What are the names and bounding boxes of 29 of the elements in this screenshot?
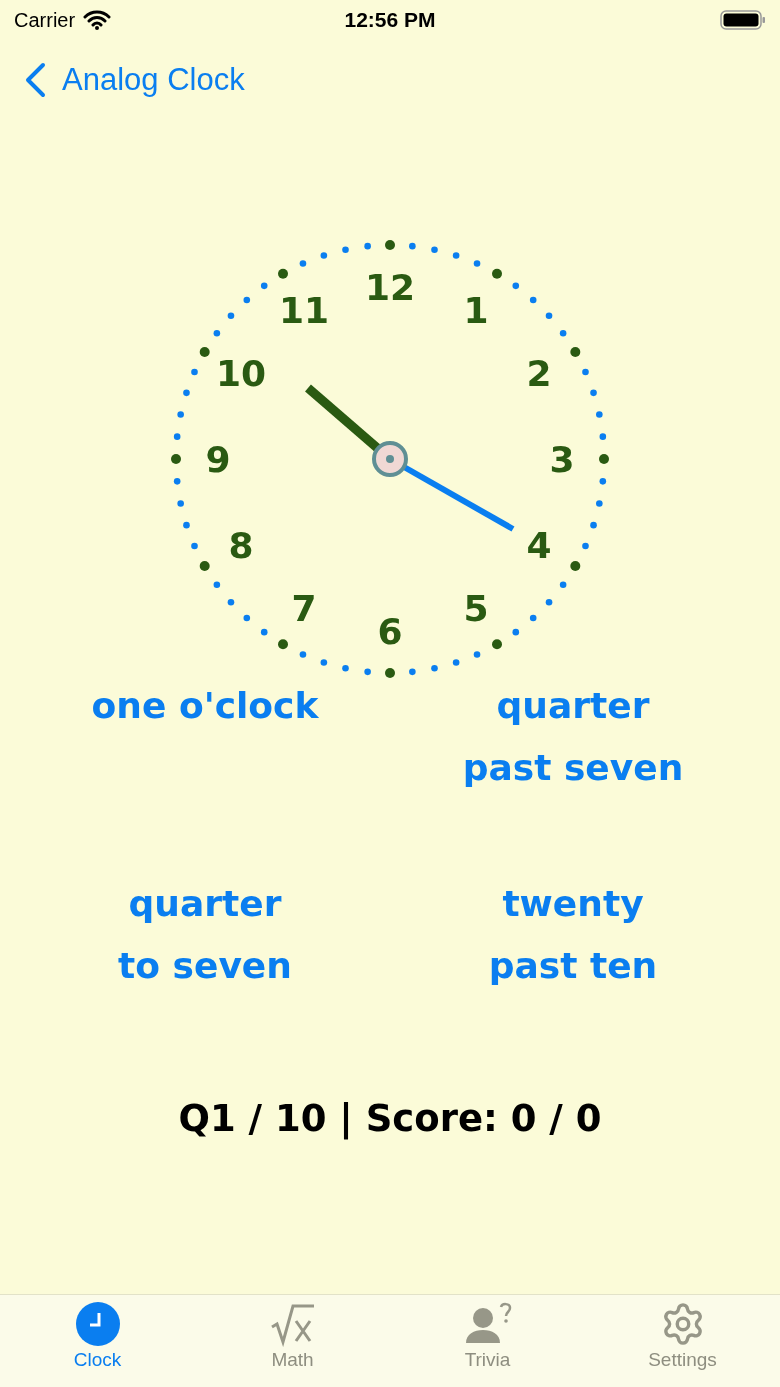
clock-number: 4 (526, 525, 552, 566)
score-text: Q1 / 10 | Score: 0 / 0 (178, 1097, 602, 1140)
answer-option[interactable]: quarter to seven (118, 873, 292, 997)
clock-number: 5 (463, 587, 489, 629)
answer-option[interactable]: quarter past seven (462, 675, 684, 799)
clock-number: 3 (549, 439, 575, 480)
clock-number: 2 (526, 353, 552, 394)
tab[interactable]: Trivia (390, 1295, 585, 1387)
clock-number: 7 (291, 587, 317, 629)
battery-icon (720, 9, 766, 31)
clock-number: 8 (228, 525, 254, 566)
clock-number: 10 (216, 353, 267, 394)
tab[interactable]: Clock (0, 1295, 195, 1387)
chevron-left-icon (24, 62, 46, 98)
answer-option[interactable]: one o'clock (91, 675, 319, 737)
clock-number: 1 (463, 290, 489, 332)
center-pin (372, 441, 408, 477)
status-time: 12:56 PM (344, 8, 436, 32)
clock-number: 6 (377, 611, 403, 652)
clock-number: 11 (278, 290, 330, 332)
answer-option[interactable]: twenty past ten (488, 873, 658, 997)
carrier-label: Carrier (14, 8, 76, 32)
tab[interactable]: Settings (585, 1295, 780, 1387)
clock-number: 12 (364, 267, 416, 308)
wifi-icon (83, 10, 112, 30)
clock-number: 9 (205, 439, 231, 480)
back-button[interactable]: Analog Clock (24, 62, 245, 98)
tab[interactable]: Math (195, 1295, 390, 1387)
clock-icon (74, 1301, 121, 1347)
